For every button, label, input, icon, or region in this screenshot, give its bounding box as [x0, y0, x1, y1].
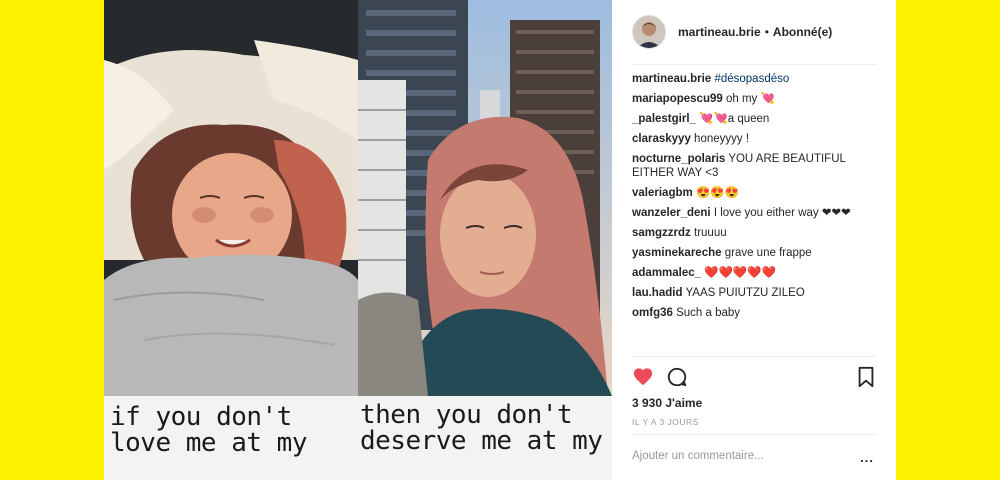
- more-options-icon[interactable]: ...: [860, 450, 874, 465]
- city-selfie-illustration: [358, 0, 612, 396]
- comment-caption: martineau.brie #désopasdéso: [632, 72, 876, 86]
- comment-text: honeyyyy !: [694, 133, 750, 145]
- photo-panel-right: [358, 0, 612, 396]
- comment-user[interactable]: martineau.brie: [632, 73, 711, 85]
- list-item: lau.hadid YAAS PUIUTZU ZILEO: [632, 286, 876, 300]
- comment-user[interactable]: lau.hadid: [632, 287, 682, 299]
- header-divider: [632, 64, 876, 65]
- header-username[interactable]: martineau.brie: [678, 25, 761, 39]
- comment-text: 💘💘a queen: [699, 113, 770, 125]
- list-item: mariapopescu99 oh my 💘: [632, 92, 876, 106]
- comment-user[interactable]: _palestgirl_: [632, 113, 696, 125]
- hashtag-link[interactable]: #désopasdéso: [714, 73, 789, 85]
- follow-status-button[interactable]: Abonné(e): [773, 25, 832, 39]
- heart-icon[interactable]: [632, 366, 654, 393]
- post-header: martineau.brie • Abonné(e): [632, 14, 876, 50]
- comment-user[interactable]: claraskyyy: [632, 133, 691, 145]
- comment-user[interactable]: yasminekareche: [632, 247, 722, 259]
- comment-text: 😍😍😍: [695, 187, 739, 199]
- post-sidebar: martineau.brie • Abonné(e) martineau.bri…: [632, 0, 876, 480]
- header-separator: •: [764, 25, 769, 39]
- likes-count[interactable]: 3 930 J'aime: [632, 396, 702, 410]
- comment-user[interactable]: valeriagbm: [632, 187, 693, 199]
- comment-text: grave une frappe: [724, 247, 812, 259]
- comment-user[interactable]: wanzeler_deni: [632, 207, 711, 219]
- add-comment-input[interactable]: Ajouter un commentaire...: [632, 450, 764, 462]
- caption-right: then you don't deserve me at my: [358, 396, 612, 480]
- comment-user[interactable]: mariapopescu99: [632, 93, 723, 105]
- comment-user[interactable]: adammalec_: [632, 267, 701, 279]
- list-item: _palestgirl_ 💘💘a queen: [632, 112, 876, 126]
- comment-bubble-icon[interactable]: [666, 366, 688, 393]
- list-item: adammalec_ ❤️❤️❤️❤️❤️: [632, 266, 876, 280]
- caption-left: if you don't love me at my: [104, 396, 358, 480]
- list-item: yasminekareche grave une frappe: [632, 246, 876, 260]
- list-item: wanzeler_deni I love you either way ❤❤❤: [632, 206, 876, 220]
- list-item: claraskyyy honeyyyy !: [632, 132, 876, 146]
- bookmark-icon[interactable]: [856, 366, 876, 393]
- avatar-image: [633, 16, 665, 48]
- instagram-post: if you don't love me at my then you don'…: [104, 0, 896, 480]
- action-bar: [632, 366, 876, 390]
- post-timestamp: IL Y A 3 JOURS: [632, 417, 699, 427]
- comment-user[interactable]: samgzzrdz: [632, 227, 691, 239]
- comment-user[interactable]: nocturne_polaris: [632, 153, 725, 165]
- list-item: samgzzrdz truuuu: [632, 226, 876, 240]
- avatar[interactable]: [632, 15, 666, 49]
- comment-text: truuuu: [694, 227, 727, 239]
- comment-user[interactable]: omfg36: [632, 307, 673, 319]
- comment-text: I love you either way ❤❤❤: [713, 207, 851, 219]
- comment-text: YAAS PUIUTZU ZILEO: [685, 287, 805, 299]
- list-item: nocturne_polaris YOU ARE BEAUTIFUL EITHE…: [632, 152, 876, 180]
- list-item: valeriagbm 😍😍😍: [632, 186, 876, 200]
- photo-panel-left: [104, 0, 358, 396]
- comments-list: martineau.brie #désopasdéso mariapopescu…: [632, 72, 876, 326]
- bed-selfie-illustration: [104, 0, 358, 396]
- post-image[interactable]: if you don't love me at my then you don'…: [104, 0, 612, 480]
- list-item: omfg36 Such a baby: [632, 306, 876, 320]
- comment-text: oh my 💘: [725, 93, 775, 105]
- comment-text: Such a baby: [676, 307, 741, 319]
- comment-divider: [632, 434, 876, 435]
- actions-divider: [632, 356, 876, 357]
- comment-text: ❤️❤️❤️❤️❤️: [704, 267, 776, 279]
